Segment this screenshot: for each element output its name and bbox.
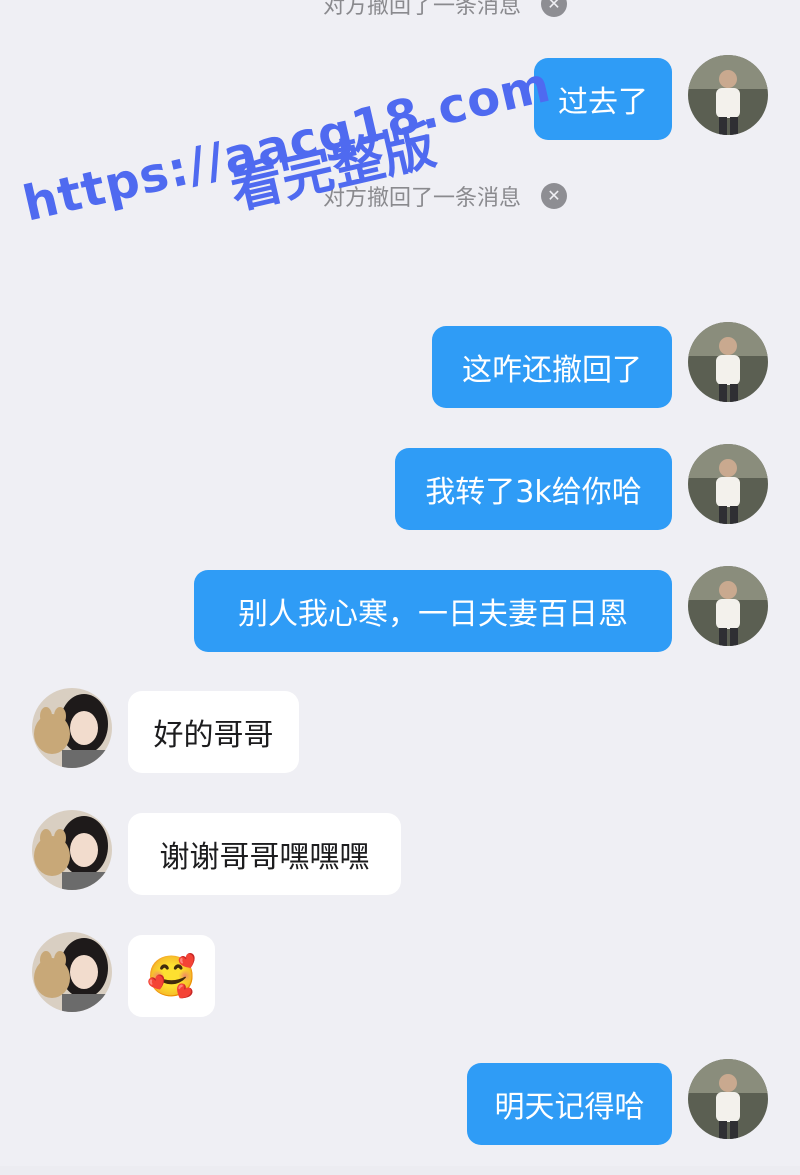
- hugging-face-emoji-icon: 🥰: [146, 953, 197, 1000]
- close-icon[interactable]: ✕: [541, 183, 567, 209]
- avatar-self[interactable]: [688, 322, 768, 402]
- message-bubble-received[interactable]: 谢谢哥哥嘿嘿嘿: [128, 813, 401, 895]
- message-text: 这咋还撤回了: [462, 353, 642, 388]
- avatar-self[interactable]: [688, 1059, 768, 1139]
- system-notice-text: 对方撤回了一条消息: [322, 0, 521, 19]
- avatar-self-image: [688, 55, 768, 135]
- avatar-contact[interactable]: [32, 688, 112, 768]
- system-notice-text: 对方撤回了一条消息: [322, 186, 521, 211]
- avatar-self[interactable]: [688, 444, 768, 524]
- message-bubble-received[interactable]: 好的哥哥: [128, 691, 299, 773]
- avatar-contact-image: [32, 932, 112, 1012]
- message-bubble-sent[interactable]: 明天记得哈: [467, 1063, 672, 1145]
- message-bubble-received[interactable]: 🥰: [128, 935, 215, 1017]
- message-bubble-sent[interactable]: 过去了: [534, 58, 672, 140]
- avatar-self[interactable]: [688, 566, 768, 646]
- avatar-contact-image: [32, 810, 112, 890]
- message-text: 别人我心寒，一日夫妻百日恩: [238, 597, 628, 632]
- message-text: 明天记得哈: [494, 1090, 645, 1125]
- message-text: 谢谢哥哥嘿嘿嘿: [159, 840, 370, 875]
- avatar-self-image: [688, 322, 768, 402]
- message-text: 我转了3k给你哈: [425, 475, 642, 510]
- message-bubble-sent[interactable]: 这咋还撤回了: [432, 326, 672, 408]
- system-notice-recalled: 对方撤回了一条消息 ✕: [0, 0, 800, 24]
- avatar-contact[interactable]: [32, 932, 112, 1012]
- system-notice-recalled: 对方撤回了一条消息 ✕: [0, 176, 800, 216]
- close-icon[interactable]: ✕: [541, 0, 567, 17]
- message-text: 过去了: [558, 85, 648, 120]
- avatar-self[interactable]: [688, 55, 768, 135]
- bottom-strip: [0, 1166, 800, 1175]
- avatar-self-image: [688, 566, 768, 646]
- message-text: 好的哥哥: [153, 718, 274, 753]
- avatar-self-image: [688, 1059, 768, 1139]
- message-bubble-sent[interactable]: 别人我心寒，一日夫妻百日恩: [194, 570, 672, 652]
- chat-area[interactable]: 对方撤回了一条消息 ✕ 过去了 对方撤回了一条消息 ✕ 这咋还撤回了 我转了3k…: [0, 0, 800, 1175]
- message-bubble-sent[interactable]: 我转了3k给你哈: [395, 448, 672, 530]
- avatar-contact-image: [32, 688, 112, 768]
- avatar-self-image: [688, 444, 768, 524]
- avatar-contact[interactable]: [32, 810, 112, 890]
